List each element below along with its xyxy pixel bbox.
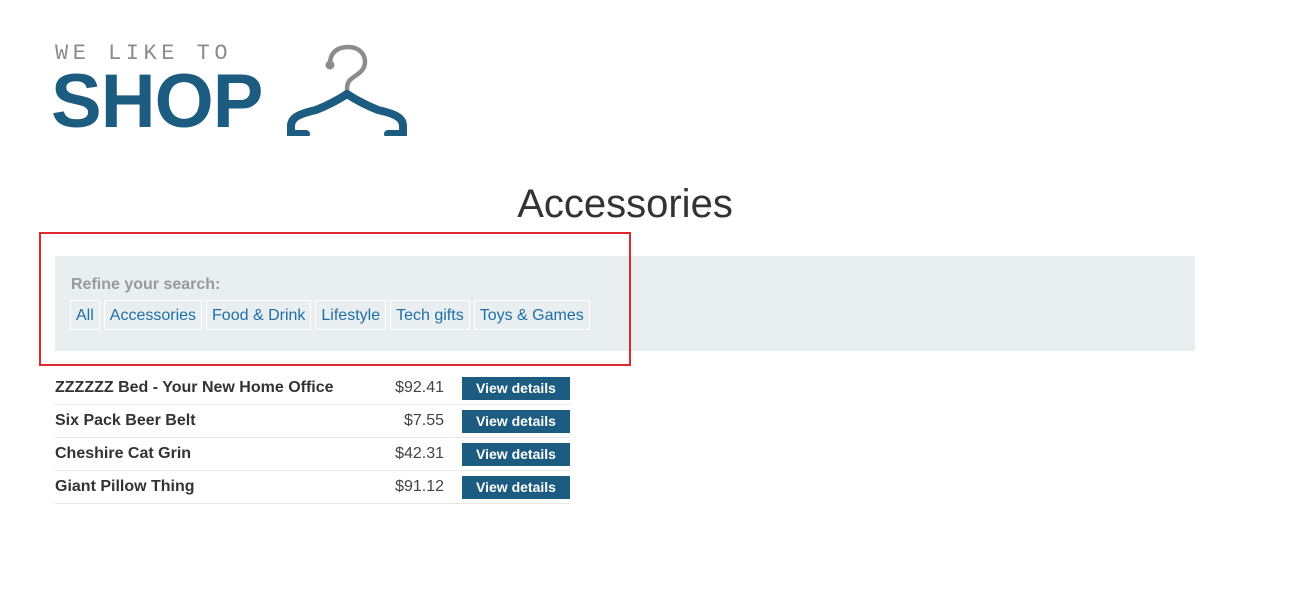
product-price: $42.31 <box>385 437 462 471</box>
hanger-icon <box>287 44 407 136</box>
product-name: Giant Pillow Thing <box>55 470 385 504</box>
table-row: Cheshire Cat Grin $42.31 View details <box>55 437 570 471</box>
page: WE LIKE TO SHOP Accessories Refine your … <box>0 0 1300 593</box>
product-price: $7.55 <box>385 404 462 438</box>
table-row: ZZZZZZ Bed - Your New Home Office $92.41… <box>55 372 570 405</box>
view-details-button[interactable]: View details <box>462 475 570 499</box>
table-row: Six Pack Beer Belt $7.55 View details <box>55 404 570 438</box>
product-action: View details <box>462 470 570 504</box>
product-action: View details <box>462 437 570 471</box>
product-table: ZZZZZZ Bed - Your New Home Office $92.41… <box>55 372 570 504</box>
product-price: $91.12 <box>385 470 462 504</box>
product-name: ZZZZZZ Bed - Your New Home Office <box>55 372 385 405</box>
logo-word: SHOP <box>51 59 263 144</box>
view-details-button[interactable]: View details <box>462 409 570 433</box>
view-details-button[interactable]: View details <box>462 442 570 466</box>
product-name: Cheshire Cat Grin <box>55 437 385 471</box>
product-name: Six Pack Beer Belt <box>55 404 385 438</box>
product-price: $92.41 <box>385 372 462 405</box>
site-logo[interactable]: WE LIKE TO SHOP <box>51 40 414 144</box>
highlight-box <box>39 232 631 366</box>
table-row: Giant Pillow Thing $91.12 View details <box>55 470 570 504</box>
view-details-button[interactable]: View details <box>462 376 570 400</box>
product-action: View details <box>462 404 570 438</box>
page-title: Accessories <box>517 182 733 226</box>
product-action: View details <box>462 372 570 405</box>
